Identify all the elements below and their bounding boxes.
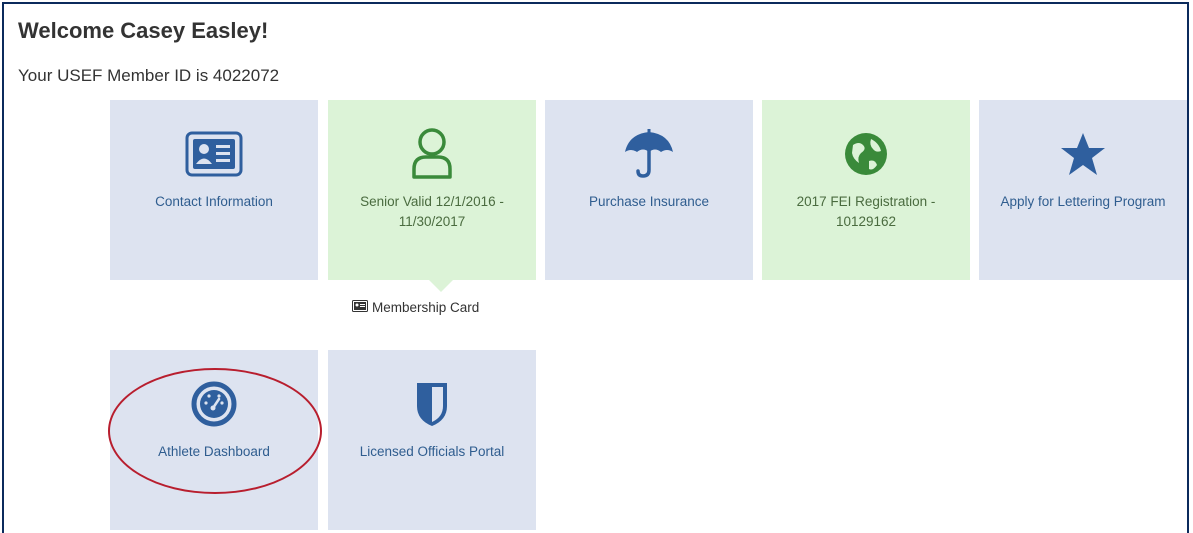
tile-pointer	[429, 280, 453, 292]
tile-label: Senior Valid 12/1/2016 - 11/30/2017	[360, 194, 504, 229]
member-id-text: Your USEF Member ID is 4022072	[18, 66, 280, 85]
tile-lettering-program[interactable]: Apply for Lettering Program	[979, 100, 1187, 280]
id-card-small-icon	[352, 300, 368, 315]
star-icon	[1059, 128, 1107, 180]
membership-card-label: Membership Card	[372, 300, 480, 315]
membership-card-link[interactable]: Membership Card	[352, 300, 479, 315]
tile-label: Apply for Lettering Program	[1000, 194, 1166, 209]
globe-icon	[843, 128, 889, 180]
tile-membership-status[interactable]: Senior Valid 12/1/2016 - 11/30/2017	[328, 100, 536, 280]
tile-label: Athlete Dashboard	[158, 444, 270, 459]
shield-icon	[414, 378, 450, 430]
welcome-heading: Welcome Casey Easley!	[18, 18, 269, 43]
person-icon	[410, 128, 454, 180]
tile-label: Purchase Insurance	[588, 194, 710, 209]
tile-label: Contact Information	[155, 194, 273, 209]
tile-contact-information[interactable]: Contact Information	[110, 100, 318, 280]
tile-athlete-dashboard[interactable]: Athlete Dashboard	[110, 350, 318, 530]
tile-purchase-insurance[interactable]: Purchase Insurance	[545, 100, 753, 280]
tile-label: Licensed Officials Portal	[359, 444, 505, 459]
contact-card-icon	[185, 128, 243, 180]
dashboard-gauge-icon	[191, 378, 237, 430]
tile-fei-registration[interactable]: 2017 FEI Registration - 10129162	[762, 100, 970, 280]
tile-licensed-officials-portal[interactable]: Licensed Officials Portal	[328, 350, 536, 530]
tile-label: 2017 FEI Registration - 10129162	[796, 194, 936, 229]
umbrella-icon	[623, 128, 675, 180]
